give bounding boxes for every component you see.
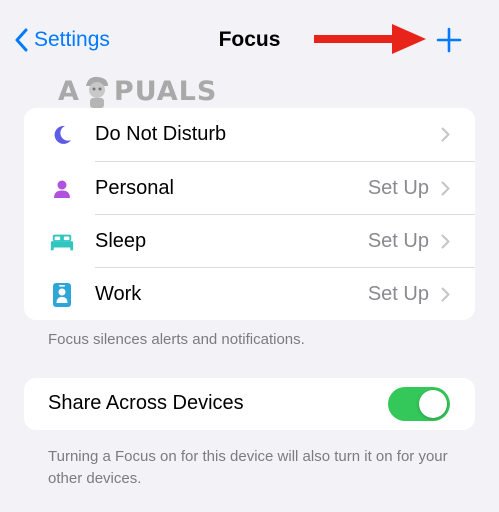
badge-icon xyxy=(50,282,74,307)
focus-detail: Set Up xyxy=(367,230,429,252)
mascot-logo xyxy=(85,76,108,108)
share-footnote: Turning a Focus on for this device will … xyxy=(48,448,448,487)
plus-icon xyxy=(436,27,462,57)
chevron-right-icon xyxy=(441,127,450,147)
appuals-watermark: A PUALS xyxy=(58,73,217,109)
chevron-right-icon xyxy=(441,287,450,307)
focus-row-personal[interactable]: Personal Set Up xyxy=(24,162,475,215)
share-across-devices-toggle[interactable] xyxy=(388,387,450,421)
add-focus-button[interactable] xyxy=(436,27,462,53)
focus-list: Do Not Disturb Personal Set Up Sleep Set… xyxy=(24,108,475,320)
navigation-bar: Settings Focus xyxy=(0,0,499,80)
focus-detail: Set Up xyxy=(367,283,429,305)
focus-row-do-not-disturb[interactable]: Do Not Disturb xyxy=(24,108,475,161)
focus-detail: Set Up xyxy=(367,177,429,199)
chevron-right-icon xyxy=(441,181,450,201)
moon-icon xyxy=(50,123,74,147)
focus-row-sleep[interactable]: Sleep Set Up xyxy=(24,215,475,268)
chevron-right-icon xyxy=(441,234,450,254)
focus-label: Do Not Disturb xyxy=(95,123,227,145)
toggle-knob xyxy=(419,390,447,418)
focus-label: Sleep xyxy=(95,230,147,252)
person-icon xyxy=(50,177,74,201)
annotation-arrow xyxy=(314,24,426,54)
watermark-text-left: A xyxy=(58,75,80,107)
focus-footnote: Focus silences alerts and notifications. xyxy=(48,331,305,348)
share-label: Share Across Devices xyxy=(48,392,244,414)
focus-row-work[interactable]: Work Set Up xyxy=(24,268,475,320)
focus-label: Work xyxy=(95,283,142,305)
share-across-devices-row: Share Across Devices xyxy=(24,378,475,430)
bed-icon xyxy=(50,230,74,254)
watermark-text-right: PUALS xyxy=(113,75,218,107)
focus-label: Personal xyxy=(95,177,174,199)
